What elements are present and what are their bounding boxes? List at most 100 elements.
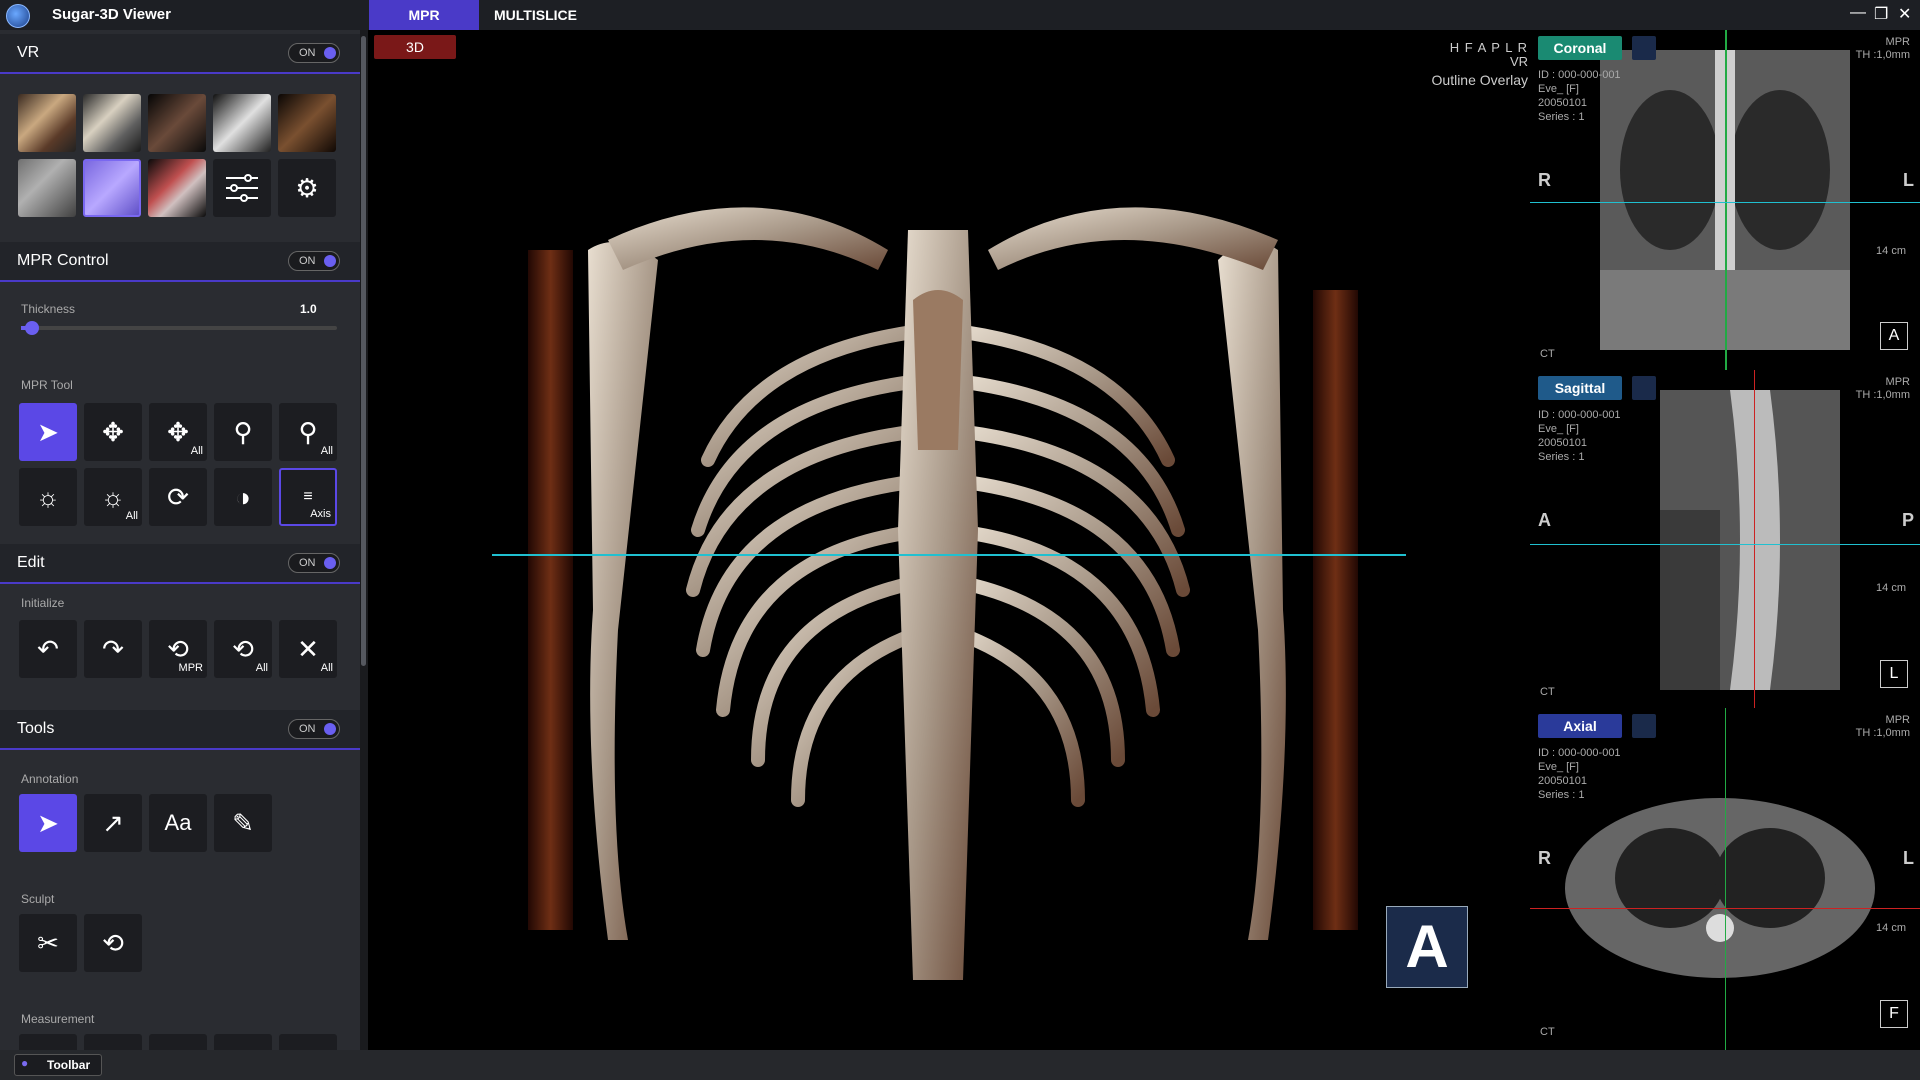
measurement-label: Measurement	[21, 1012, 95, 1026]
zoom-all-icon[interactable]: ⚲ All	[279, 403, 337, 461]
vr-preset-thumbnail[interactable]	[18, 94, 76, 152]
sagittal-mpr-info: MPR TH :1,0mm	[1856, 376, 1910, 402]
direction-left: R	[1538, 848, 1551, 868]
reset-mpr-icon[interactable]: ⟲ MPR	[149, 620, 207, 678]
sagittal-pane[interactable]: Sagittal ID : 000-000-001 Eve_ [F] 20050…	[1530, 370, 1920, 708]
modality-label: CT	[1540, 1026, 1555, 1038]
toolbar-button[interactable]: ● Toolbar	[14, 1054, 102, 1076]
3d-button[interactable]: 3D	[374, 35, 456, 59]
mpr-label: MPR	[1885, 714, 1910, 726]
vr-title: VR	[17, 44, 40, 61]
vr-toggle[interactable]: ON	[288, 43, 340, 63]
thickness-info: TH :1,0mm	[1855, 727, 1910, 739]
patient-id: ID : 000-000-001	[1538, 409, 1621, 421]
vr-preset-thumbnail[interactable]	[83, 94, 141, 152]
outline-overlay-label[interactable]: Outline Overlay	[1432, 72, 1528, 88]
zoom-icon[interactable]: ⚲	[214, 403, 272, 461]
title-bar: Sugar-3D Viewer MPR MULTISLICE — ❐ ✕	[0, 0, 1920, 30]
sagittal-horizontal-crosshair[interactable]	[1530, 544, 1920, 545]
window-level-all-icon[interactable]: ☼ All	[84, 468, 142, 526]
clear-all-icon[interactable]: ✕ All	[279, 620, 337, 678]
axial-mpr-info: MPR TH :1,0mm	[1856, 714, 1910, 740]
coronal-options-icon[interactable]	[1632, 36, 1656, 60]
coronal-tag[interactable]: Coronal	[1538, 36, 1622, 60]
settings-gear-icon[interactable]: ⚙	[278, 159, 336, 217]
annotation-pointer-button[interactable]: ➤	[19, 794, 77, 852]
thickness-value: 1.0	[300, 302, 317, 316]
thickness-slider-handle[interactable]	[25, 321, 39, 335]
measure-angle-icon[interactable]	[279, 1034, 337, 1050]
pencil-icon[interactable]: ✎	[214, 794, 272, 852]
vr-preset-thumbnail[interactable]	[213, 94, 271, 152]
tab-multislice[interactable]: MULTISLICE	[494, 0, 577, 30]
redo-icon[interactable]: ↷	[84, 620, 142, 678]
pointer-tool-button[interactable]: ➤	[19, 403, 77, 461]
sidebar-scroll-thumb[interactable]	[361, 36, 366, 666]
vr-preset-thumbnail-selected[interactable]	[83, 159, 141, 217]
pan-all-icon[interactable]: ✥ All	[149, 403, 207, 461]
measure-rect-icon[interactable]	[84, 1034, 142, 1050]
axial-tag[interactable]: Axial	[1538, 714, 1622, 738]
reset-all-sub: All	[255, 662, 268, 674]
minimize-icon[interactable]: —	[1850, 4, 1866, 22]
tab-mpr[interactable]: MPR	[369, 0, 479, 30]
vr-preset-thumbnail[interactable]	[18, 159, 76, 217]
axial-options-icon[interactable]	[1632, 714, 1656, 738]
axial-horizontal-crosshair[interactable]	[1530, 908, 1920, 909]
vr-preset-thumbnail[interactable]	[278, 94, 336, 152]
measure-line-icon[interactable]	[214, 1034, 272, 1050]
study-date: 20050101	[1538, 97, 1587, 109]
sagittal-image	[1660, 390, 1840, 690]
sagittal-vertical-crosshair[interactable]	[1754, 370, 1755, 708]
direction-left: R	[1538, 170, 1551, 190]
toolbar-icon: ●	[21, 1056, 29, 1070]
close-icon[interactable]: ✕	[1898, 4, 1911, 24]
invert-icon[interactable]: ◑	[214, 468, 272, 526]
reset-all-icon[interactable]: ⟲ All	[214, 620, 272, 678]
coronal-vertical-crosshair[interactable]	[1725, 30, 1727, 370]
zoom-all-sub: All	[320, 445, 333, 457]
vr-preset-thumbnail[interactable]	[148, 159, 206, 217]
study-date: 20050101	[1538, 437, 1587, 449]
sidebar-scrollbar[interactable]	[360, 30, 368, 1050]
sagittal-options-icon[interactable]	[1632, 376, 1656, 400]
measure-rect-icon[interactable]	[149, 1034, 207, 1050]
sliders-icon[interactable]	[213, 159, 271, 217]
scale-label: 14 cm	[1876, 245, 1906, 257]
patient-name: Eve_ [F]	[1538, 761, 1579, 773]
direction-right: P	[1901, 510, 1914, 530]
axis-icon[interactable]: ≡ Axis	[279, 468, 337, 526]
series-label: Series : 1	[1538, 451, 1585, 463]
axial-vertical-crosshair[interactable]	[1725, 708, 1726, 1050]
axial-pane[interactable]: Axial ID : 000-000-001 Eve_ [F] 20050101…	[1530, 708, 1920, 1050]
toolbar-label: Toolbar	[47, 1058, 91, 1072]
edit-toggle[interactable]: ON	[288, 553, 340, 573]
orientation-corner[interactable]: F	[1880, 1000, 1908, 1028]
tools-toggle[interactable]: ON	[288, 719, 340, 739]
axial-reference-line[interactable]	[492, 554, 1406, 556]
coronal-horizontal-crosshair[interactable]	[1530, 202, 1920, 203]
window-level-icon[interactable]: ☼	[19, 468, 77, 526]
maximize-icon[interactable]: ❐	[1874, 4, 1888, 24]
scissors-icon[interactable]: ✂	[19, 914, 77, 972]
mpr-control-toggle[interactable]: ON	[288, 251, 340, 271]
mpr-label: MPR	[1885, 36, 1910, 48]
pan-icon[interactable]: ✥	[84, 403, 142, 461]
text-annotation-icon[interactable]: Aa	[149, 794, 207, 852]
thickness-slider[interactable]	[21, 321, 337, 335]
undo-icon[interactable]: ↶	[19, 620, 77, 678]
sagittal-tag[interactable]: Sagittal	[1538, 376, 1622, 400]
series-label: Series : 1	[1538, 789, 1585, 801]
orientation-cube[interactable]: A	[1386, 906, 1468, 988]
orientation-corner[interactable]: A	[1880, 322, 1908, 350]
rotate-icon[interactable]: ⟳	[149, 468, 207, 526]
3d-viewport[interactable]: 3D H F A P L R VR Outline Overlay A	[368, 30, 1530, 1050]
arrow-icon[interactable]: ↗	[84, 794, 142, 852]
measure-tool-icon[interactable]	[19, 1034, 77, 1050]
coronal-info: ID : 000-000-001 Eve_ [F] 20050101 Serie…	[1538, 68, 1621, 124]
coronal-pane[interactable]: Coronal ID : 000-000-001 Eve_ [F] 200501…	[1530, 30, 1920, 370]
vr-preset-thumbnail[interactable]	[148, 94, 206, 152]
orientation-corner[interactable]: L	[1880, 660, 1908, 688]
study-date: 20050101	[1538, 775, 1587, 787]
sculpt-reset-icon[interactable]: ⟲	[84, 914, 142, 972]
